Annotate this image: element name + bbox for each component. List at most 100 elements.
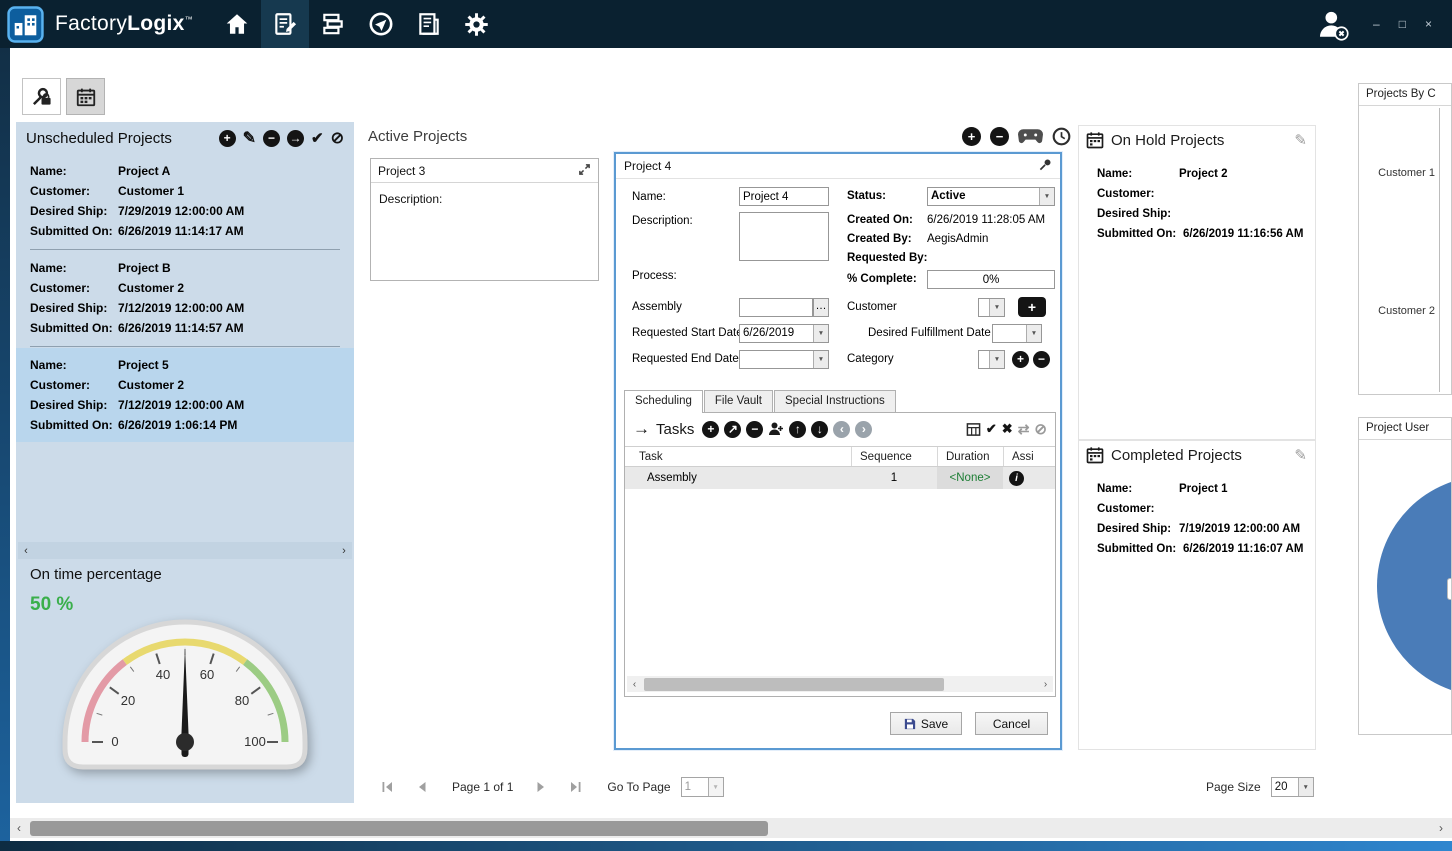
settings-gear-nav-icon[interactable] [453, 0, 501, 48]
percent-complete-input[interactable] [927, 270, 1055, 289]
tasks-horizontal-scrollbar[interactable]: ‹ › [627, 676, 1053, 692]
calendar-icon [1085, 130, 1105, 150]
category-select[interactable]: ▼ [978, 350, 1005, 369]
task-table-header: Task Sequence Duration Assi [625, 446, 1055, 467]
expand-icon[interactable] [578, 163, 591, 179]
assign-user-icon[interactable] [768, 421, 784, 437]
history-clock-icon[interactable] [1052, 127, 1071, 146]
calendar-icon [75, 86, 97, 108]
scroll-right-icon[interactable]: › [1432, 821, 1450, 835]
scrollbar-thumb[interactable] [644, 678, 944, 691]
dropdown-icon[interactable]: ▼ [708, 778, 723, 796]
edit-pencil-icon[interactable]: ✎ [1294, 446, 1307, 464]
main-horizontal-scrollbar[interactable]: ‹ › [10, 818, 1452, 838]
assembly-browse-button[interactable]: … [813, 298, 829, 317]
dropdown-icon[interactable]: ▼ [813, 325, 828, 342]
accept-check-icon[interactable]: ✔ [311, 129, 324, 147]
desired-fulfillment-date-picker[interactable]: ▼ [992, 324, 1042, 343]
scroll-left-icon[interactable]: ‹ [18, 545, 34, 557]
save-button[interactable]: Save [890, 712, 962, 735]
tab-scheduling-view[interactable] [66, 78, 105, 115]
first-page-icon[interactable] [378, 778, 396, 796]
close-button[interactable]: × [1425, 18, 1432, 30]
unscheduled-horizontal-scrollbar[interactable]: ‹ › [18, 542, 352, 559]
materials-stack-nav-icon[interactable] [309, 0, 357, 48]
edit-project-icon[interactable]: ✎ [243, 128, 256, 148]
last-page-icon[interactable] [567, 778, 585, 796]
goto-page-field[interactable] [682, 778, 708, 796]
tab-file-vault[interactable]: File Vault [704, 390, 773, 412]
cancel-x-icon[interactable]: ✖ [1002, 421, 1013, 437]
scrollbar-thumb[interactable] [30, 821, 768, 836]
next-page-icon[interactable] [533, 778, 551, 796]
previous-page-icon[interactable] [412, 778, 430, 796]
name-input[interactable] [739, 187, 829, 206]
edit-pencil-icon[interactable]: ✎ [1294, 131, 1307, 149]
move-to-active-icon[interactable]: → [287, 130, 304, 147]
remove-project-icon[interactable]: − [263, 130, 280, 147]
task-duration[interactable]: <None> [937, 467, 1003, 489]
move-task-down-icon[interactable]: ↓ [811, 421, 828, 438]
description-textarea[interactable] [739, 212, 829, 261]
dropdown-icon[interactable]: ▼ [1039, 188, 1054, 205]
scroll-left-icon[interactable]: ‹ [10, 821, 28, 835]
project-name: Project B [118, 258, 171, 278]
tab-configuration[interactable] [22, 78, 61, 115]
controller-icon[interactable] [1018, 129, 1043, 144]
add-customer-button[interactable]: + [1018, 297, 1046, 317]
requested-end-date-picker[interactable]: ▼ [739, 350, 829, 369]
project-submitted-on: 6/26/2019 11:14:17 AM [118, 221, 244, 241]
dropdown-icon[interactable]: ▼ [1026, 325, 1041, 342]
dropdown-icon[interactable]: ▼ [989, 299, 1004, 316]
scroll-right-icon[interactable]: › [1038, 679, 1053, 690]
task-row[interactable]: Assembly 1 <None> i [625, 467, 1055, 489]
tab-scheduling[interactable]: Scheduling [624, 390, 703, 413]
add-project-icon[interactable]: + [219, 130, 236, 147]
navigator-compass-nav-icon[interactable] [357, 0, 405, 48]
pagination-bar: Page 1 of 1 Go To Page ▼ Page Size 20 ▼ [378, 775, 1316, 799]
projects-form-nav-icon[interactable] [261, 0, 309, 48]
dropdown-icon[interactable]: ▼ [813, 351, 828, 368]
move-task-up-icon[interactable]: ↑ [789, 421, 806, 438]
add-task-icon[interactable]: + [702, 421, 719, 438]
maximize-button[interactable]: □ [1399, 18, 1406, 30]
indent-task-icon[interactable]: › [855, 421, 872, 438]
schedule-grid-icon[interactable] [966, 422, 981, 437]
project-users-chart: Project User [1358, 417, 1452, 735]
dropdown-icon[interactable]: ▼ [989, 351, 1004, 368]
unscheduled-project-card-selected[interactable]: Name:Project 5 Customer:Customer 2 Desir… [16, 348, 354, 442]
user-account-icon[interactable] [1315, 7, 1349, 41]
documents-nav-icon[interactable] [405, 0, 453, 48]
on-hold-submitted-on: 6/26/2019 11:16:56 AM [1183, 224, 1303, 244]
dropdown-icon[interactable]: ▼ [1298, 778, 1313, 796]
home-nav-icon[interactable] [213, 0, 261, 48]
remove-task-icon[interactable]: − [746, 421, 763, 438]
apply-check-icon[interactable]: ✔ [986, 421, 997, 437]
divider [30, 249, 340, 250]
scroll-right-icon[interactable]: › [336, 545, 352, 557]
unscheduled-project-card[interactable]: Name:Project A Customer:Customer 1 Desir… [16, 154, 354, 248]
tab-special-instructions[interactable]: Special Instructions [774, 390, 896, 412]
status-select[interactable]: Active ▼ [927, 187, 1055, 206]
remove-active-project-icon[interactable]: − [990, 127, 1009, 146]
page-size-select[interactable]: 20 ▼ [1271, 777, 1314, 797]
cancel-slash-icon[interactable]: ⊘ [331, 128, 344, 148]
customer-select[interactable]: ▼ [978, 298, 1005, 317]
swap-tasks-icon[interactable]: ⇄ [1018, 421, 1030, 438]
add-subtask-icon[interactable]: ↗ [724, 421, 741, 438]
goto-page-input[interactable]: ▼ [681, 777, 724, 797]
remove-category-icon[interactable]: − [1033, 351, 1050, 368]
add-active-project-icon[interactable]: + [962, 127, 981, 146]
add-category-icon[interactable]: + [1012, 351, 1029, 368]
project-3-card[interactable]: Project 3 Description: [370, 158, 599, 281]
assembly-input[interactable] [739, 298, 813, 317]
unscheduled-project-card[interactable]: Name:Project B Customer:Customer 2 Desir… [16, 251, 354, 345]
requested-start-date-picker[interactable]: 6/26/2019 ▼ [739, 324, 829, 343]
cancel-button[interactable]: Cancel [975, 712, 1048, 735]
info-icon[interactable]: i [1009, 471, 1024, 486]
pin-icon[interactable] [1039, 158, 1052, 174]
scroll-left-icon[interactable]: ‹ [627, 679, 642, 690]
clear-slash-icon[interactable]: ⊘ [1034, 420, 1047, 438]
minimize-button[interactable]: – [1373, 18, 1380, 30]
outdent-task-icon[interactable]: ‹ [833, 421, 850, 438]
